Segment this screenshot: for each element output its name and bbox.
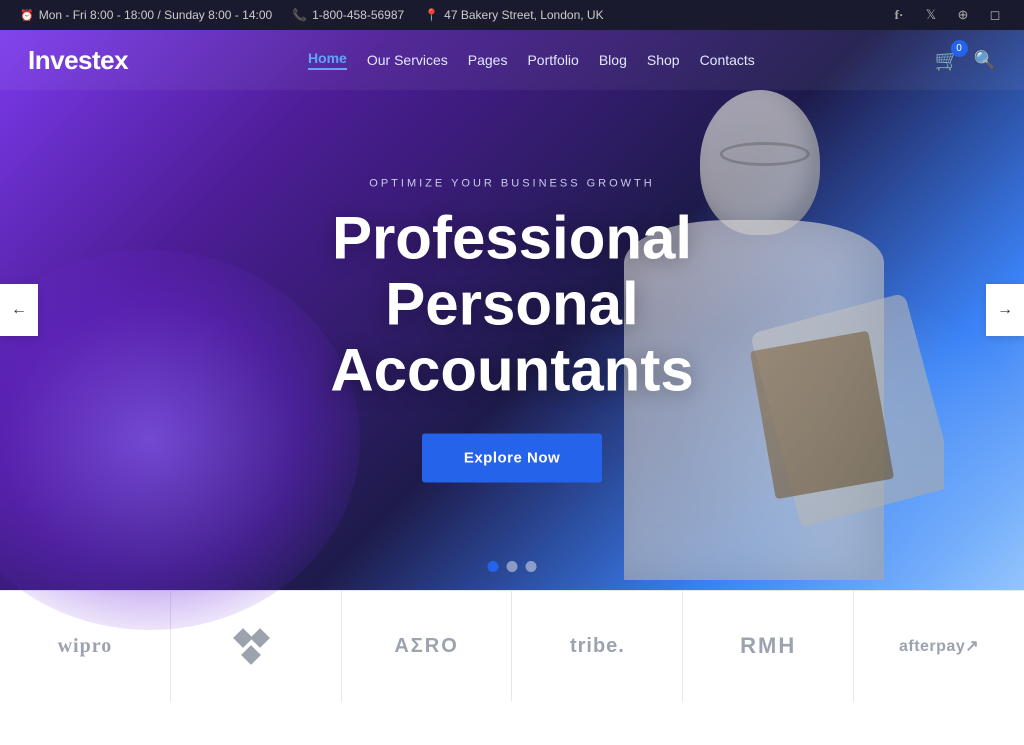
hero-subtitle: OPTIMIZE YOUR BUSINESS GROWTH [276,178,748,190]
phone-text: 1-800-458-56987 [312,8,404,22]
nav-pages[interactable]: Pages [468,52,508,68]
explore-now-button[interactable]: Explore Now [422,434,602,483]
diamond-group-icon [236,631,276,662]
brand-afterpay-label: afterpay↗ [899,636,979,656]
top-bar: ⏰ Mon - Fri 8:00 - 18:00 / Sunday 8:00 -… [0,0,1024,30]
nav-portfolio[interactable]: Portfolio [527,52,578,68]
brand-rmh[interactable]: RMH [683,591,854,701]
globe-icon[interactable]: ⊕ [954,6,972,24]
hero-section: Investex Home Our Services Pages Portfol… [0,30,1024,590]
brand-wipro-label: wipro [58,635,113,658]
slider-next-button[interactable]: → [986,284,1024,336]
phone-item[interactable]: 📞 1-800-458-56987 [292,8,404,22]
address-text: 47 Bakery Street, London, UK [444,8,603,22]
clock-icon: ⏰ [20,9,34,22]
brand-rmh-label: RMH [740,633,796,659]
slider-dots [488,561,537,572]
twitter-icon[interactable]: 𝕏 [922,6,940,24]
logo[interactable]: Investex [28,45,128,76]
brand-aero-label: AΣRO [394,635,458,658]
hours-text: Mon - Fri 8:00 - 18:00 / Sunday 8:00 - 1… [39,8,272,22]
nav-contacts[interactable]: Contacts [700,52,755,68]
instagram-icon[interactable]: ◻ [986,6,1004,24]
hero-content: OPTIMIZE YOUR BUSINESS GROWTH Profession… [256,178,768,483]
nav-shop[interactable]: Shop [647,52,680,68]
page-wrapper: ⏰ Mon - Fri 8:00 - 18:00 / Sunday 8:00 -… [0,0,1024,701]
dot-2[interactable] [507,561,518,572]
nav-services[interactable]: Our Services [367,52,448,68]
header-actions: 🛒 0 🔍 [935,48,996,73]
brand-tribe[interactable]: tribe. [512,591,683,701]
search-icon[interactable]: 🔍 [974,50,996,71]
phone-icon: 📞 [292,8,307,22]
brand-aero[interactable]: AΣRO [342,591,513,701]
slider-prev-button[interactable]: ← [0,284,38,336]
main-nav: Home Our Services Pages Portfolio Blog S… [308,50,755,70]
facebook-icon[interactable]: f· [890,6,908,24]
hero-title-line1: Professional Personal [332,205,692,338]
location-icon: 📍 [424,8,439,22]
dot-1[interactable] [488,561,499,572]
cart-badge: 0 [951,40,968,57]
hero-title: Professional Personal Accountants [276,206,748,404]
dot-3[interactable] [526,561,537,572]
nav-blog[interactable]: Blog [599,52,627,68]
address-item: 📍 47 Bakery Street, London, UK [424,8,603,22]
brand-tribe-label: tribe. [570,635,625,658]
hero-title-line2: Accountants [330,337,693,404]
nav-home[interactable]: Home [308,50,347,70]
hours-item: ⏰ Mon - Fri 8:00 - 18:00 / Sunday 8:00 -… [20,8,272,22]
cart-button[interactable]: 🛒 0 [935,48,960,73]
header: Investex Home Our Services Pages Portfol… [0,30,1024,90]
brand-afterpay[interactable]: afterpay↗ [854,591,1024,701]
